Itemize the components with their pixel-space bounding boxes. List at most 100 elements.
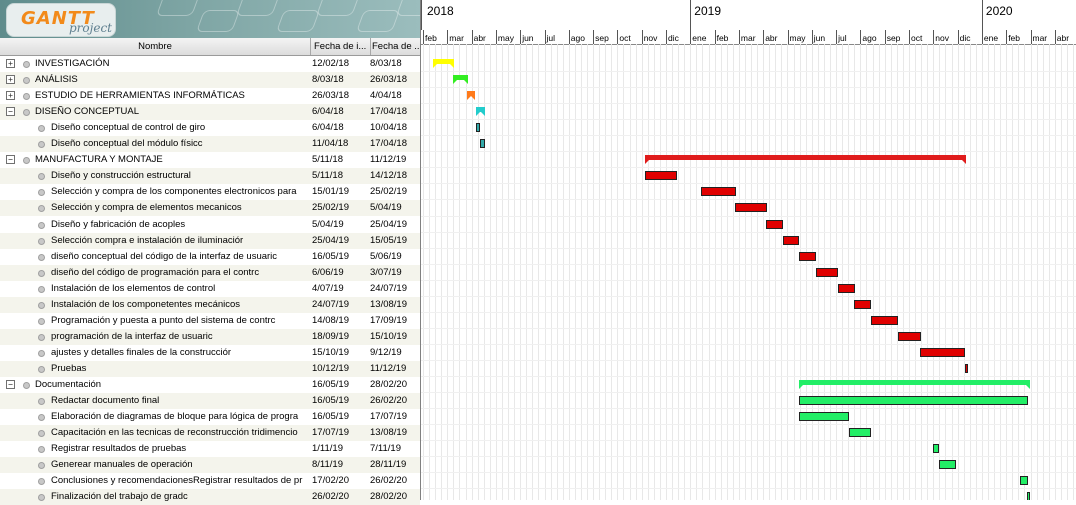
task-row[interactable]: Generear manuales de operación 8/11/19 28/…	[0, 457, 420, 474]
summary-bar[interactable]	[466, 91, 475, 101]
grid-line	[897, 44, 898, 500]
grid-line	[642, 44, 643, 500]
task-bar[interactable]	[644, 171, 677, 181]
collapse-icon[interactable]: −	[6, 107, 15, 117]
task-start-date: 10/12/19	[312, 362, 349, 374]
task-bar[interactable]	[933, 444, 939, 454]
task-row[interactable]: − MANUFACTURA Y MONTAJE 5/11/18 11/12/19	[0, 152, 420, 168]
task-row[interactable]: Registrar resultados de pruebas 1/11/19 7/…	[0, 441, 420, 457]
grid-line	[757, 44, 758, 500]
task-name: diseño del código de programación para e…	[51, 266, 260, 278]
task-name: programación de la interfaz de usuaric	[51, 330, 213, 342]
task-row[interactable]: Diseño conceptual del módulo físicc 11/04…	[0, 136, 420, 153]
row-line	[421, 215, 1076, 217]
task-bar[interactable]	[479, 139, 486, 149]
grid-line	[545, 44, 546, 500]
expand-icon[interactable]: +	[6, 91, 15, 101]
month-label: may	[789, 33, 806, 43]
expand-icon[interactable]: +	[6, 59, 15, 68]
grid-line	[945, 44, 946, 500]
task-row[interactable]: Capacitación en las tecnicas de reconstr…	[0, 425, 420, 442]
task-bar[interactable]	[964, 363, 968, 373]
task-row[interactable]: diseño conceptual del código de la inter…	[0, 249, 420, 265]
task-row[interactable]: + INVESTIGACIÓN 12/02/18 8/03/18	[0, 56, 420, 72]
grid-line	[630, 44, 631, 500]
task-bar[interactable]	[919, 347, 965, 357]
task-row[interactable]: Instalación de los componetentes mecánic…	[0, 296, 420, 313]
grid-line	[690, 44, 691, 500]
task-row[interactable]: diseño del código de programación para e…	[0, 264, 420, 281]
task-bar[interactable]	[938, 460, 956, 470]
task-row[interactable]: Selección compra e instalación de ilumin…	[0, 232, 420, 249]
task-row[interactable]: Finalización del trabajo de gradc 26/02/2…	[0, 489, 420, 505]
task-row[interactable]: Instalación de los elementos de control 4…	[0, 281, 420, 297]
year-label: 2019	[694, 4, 721, 18]
collapse-icon[interactable]: −	[6, 155, 15, 165]
row-line	[421, 87, 1076, 89]
month-label: sep	[886, 33, 901, 43]
task-row[interactable]: Diseño conceptual de control de giro 6/04…	[0, 120, 420, 136]
collapse-icon[interactable]: −	[6, 380, 15, 389]
grid-line	[654, 44, 655, 500]
task-bar[interactable]	[838, 283, 855, 293]
column-name-header[interactable]: Nombre	[0, 38, 311, 55]
grid-line	[1073, 44, 1074, 500]
task-row[interactable]: ajustes y detalles finales de la constru…	[0, 345, 420, 361]
task-bar[interactable]	[898, 331, 921, 341]
summary-bar[interactable]	[432, 59, 454, 68]
task-row[interactable]: Redactar documento final 16/05/19 26/02/20	[0, 393, 420, 410]
summary-bar[interactable]	[799, 380, 1031, 389]
month-tick	[884, 30, 886, 44]
task-bar[interactable]	[848, 428, 871, 438]
task-row[interactable]: + ESTUDIO DE HERRAMIENTAS INFORMÁTICAS 26/…	[0, 88, 420, 104]
task-bullet-icon	[23, 61, 30, 68]
task-end-date: 13/08/19	[370, 298, 407, 310]
task-bar[interactable]	[1019, 476, 1028, 486]
task-bar[interactable]	[766, 219, 784, 229]
task-bar[interactable]	[815, 267, 839, 277]
task-row[interactable]: + ANÁLISIS 8/03/18 26/03/18	[0, 72, 420, 89]
task-end-date: 10/04/18	[370, 122, 407, 134]
task-row[interactable]: programación de la interfaz de usuaric 18…	[0, 328, 420, 345]
task-bar[interactable]	[854, 299, 871, 309]
task-row[interactable]: − Documentación 16/05/19 28/02/20	[0, 377, 420, 393]
grid-line	[617, 44, 618, 500]
year-tick	[421, 0, 422, 30]
task-bar[interactable]	[799, 412, 850, 422]
month-tick	[1030, 30, 1032, 44]
task-row[interactable]: Selección y compra de elementos mecanico…	[0, 200, 420, 217]
summary-bar[interactable]	[644, 155, 967, 165]
task-bar[interactable]	[475, 123, 480, 133]
grid-line	[842, 44, 843, 500]
task-row[interactable]: Conclusiones y recomendacionesRegistrar …	[0, 473, 420, 489]
task-bar[interactable]	[870, 315, 899, 325]
grid-line	[873, 44, 874, 500]
task-row[interactable]: Elaboración de diagramas de bloque para …	[0, 409, 420, 425]
task-bar[interactable]	[799, 251, 816, 261]
task-start-date: 14/08/19	[312, 314, 349, 326]
task-bar[interactable]	[701, 187, 737, 197]
task-bar[interactable]	[782, 235, 800, 245]
expand-icon[interactable]: +	[6, 75, 15, 85]
column-end-header[interactable]: Fecha de ...	[369, 38, 423, 55]
task-bar[interactable]	[735, 203, 768, 213]
task-row[interactable]: Diseño y fabricación de acoples 5/04/19 25…	[0, 217, 420, 233]
month-tick	[544, 30, 546, 44]
column-start-header[interactable]: Fecha de i...	[311, 38, 371, 55]
task-bar[interactable]	[1027, 492, 1031, 500]
task-row[interactable]: Selección y compra de los componentes el…	[0, 184, 420, 200]
task-name: ajustes y detalles finales de la constru…	[51, 346, 232, 358]
task-row[interactable]: − DISEÑO CONCEPTUAL 6/04/18 17/04/18	[0, 104, 420, 121]
task-row[interactable]: Diseño y construcción estructural 5/11/18…	[0, 168, 420, 185]
gantt-chart-area[interactable]: feb mar abr may jun jul ago sep oct nov dic ene feb m…	[420, 0, 1076, 500]
summary-bar[interactable]	[475, 107, 486, 117]
grid-line	[660, 44, 661, 500]
grid-line	[715, 44, 716, 500]
grid-line	[909, 44, 910, 500]
task-row[interactable]: Programación y puesta a punto del sistem…	[0, 313, 420, 329]
summary-bar[interactable]	[452, 75, 468, 85]
row-line	[421, 71, 1076, 73]
row-line	[421, 263, 1076, 265]
task-bar[interactable]	[799, 396, 1028, 406]
task-row[interactable]: Pruebas 10/12/19 11/12/19	[0, 360, 420, 377]
